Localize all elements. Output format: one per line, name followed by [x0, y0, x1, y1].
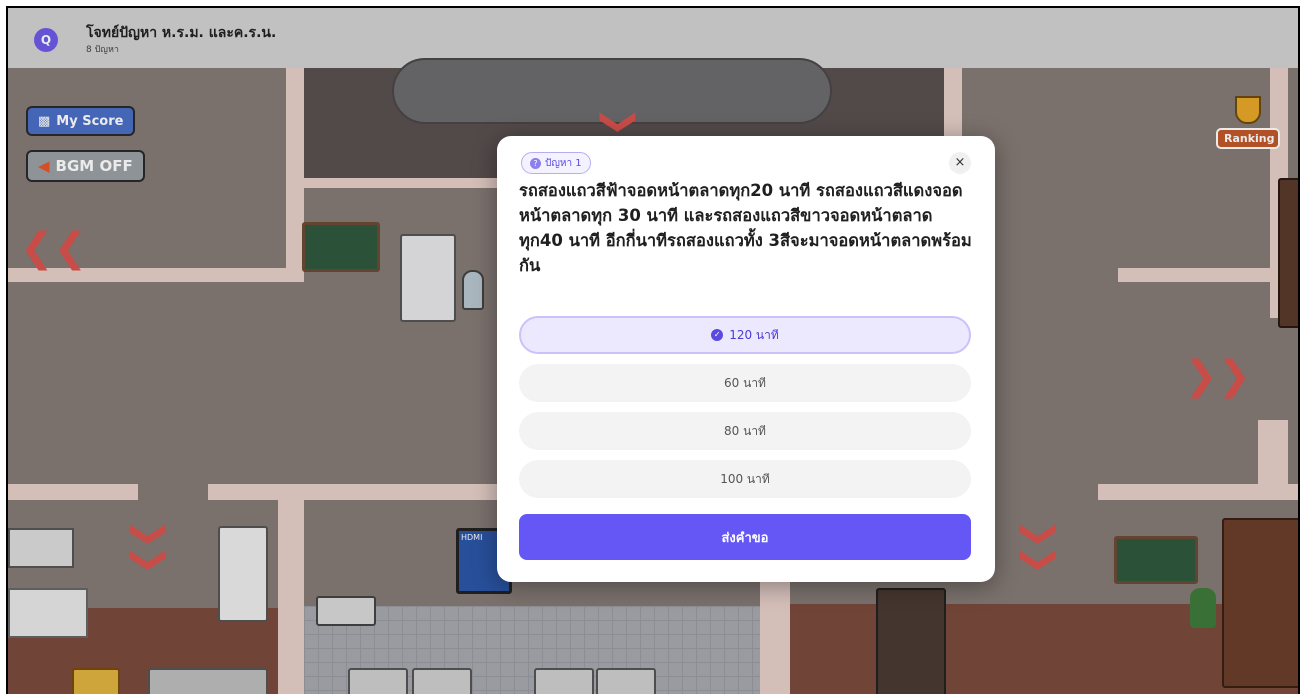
question-number-label: ปัญหา 1	[545, 157, 582, 169]
app-frame: Q โจทย์ปัญหา ห.ร.ม. และค.ร.น. 8 ปัญหา HD…	[6, 6, 1300, 694]
answer-option-2[interactable]: 60 นาที	[519, 364, 971, 402]
close-button[interactable]: ×	[949, 152, 971, 174]
answer-option-label: 80 นาที	[724, 423, 766, 438]
submit-button[interactable]: ส่งคำขอ	[519, 514, 971, 560]
answer-option-3[interactable]: 80 นาที	[519, 412, 971, 450]
answer-option-label: 120 นาที	[729, 327, 779, 342]
question-modal: ? ปัญหา 1 × รถสองแถวสีฟ้าจอดหน้าตลาดทุก2…	[497, 136, 995, 582]
question-number-badge: ? ปัญหา 1	[521, 152, 591, 174]
answer-option-label: 60 นาที	[724, 375, 766, 390]
question-icon: ?	[530, 157, 541, 169]
check-circle-icon: ✓	[711, 329, 724, 341]
question-text: รถสองแถวสีฟ้าจอดหน้าตลาดทุก20 นาที รถสอง…	[519, 181, 972, 275]
answer-option-label: 100 นาที	[720, 471, 770, 486]
answer-option-1[interactable]: ✓ 120 นาที	[519, 316, 971, 354]
answer-option-4[interactable]: 100 นาที	[519, 460, 971, 498]
